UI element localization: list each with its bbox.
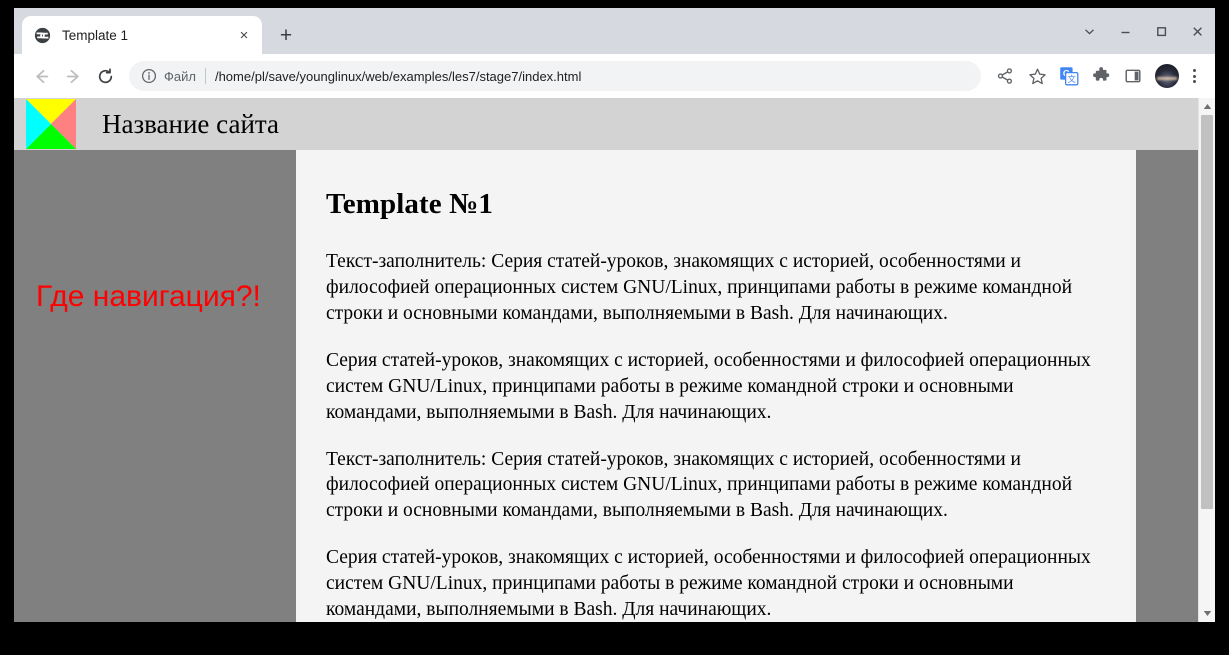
share-icon[interactable] [991,62,1019,90]
address-bar[interactable]: Файл /home/pl/save/younglinux/web/exampl… [129,61,981,91]
omnibox-divider [204,68,206,84]
tab-close-icon[interactable]: × [234,25,254,45]
menu-dot [1192,69,1196,72]
tab-title: Template 1 [62,27,129,43]
site-header: Название сайта [14,98,1198,150]
url-text[interactable]: /home/pl/save/younglinux/web/examples/le… [215,69,581,84]
svg-text:文: 文 [1068,74,1077,84]
minimize-icon[interactable] [1107,8,1143,54]
site-title: Название сайта [102,108,280,139]
three-dots-menu-icon[interactable] [1183,62,1205,90]
close-icon[interactable] [1179,8,1215,54]
scrollbar-thumb[interactable] [1201,115,1213,510]
reload-icon[interactable] [90,61,120,91]
browser-viewport: Название сайта Где навигация?! Template … [14,98,1215,622]
scheme-label: Файл [164,68,196,84]
scrollbar-track[interactable] [1199,115,1215,605]
navigation-missing-text: Где навигация?! [36,280,261,313]
content-paragraph: Серия статей-уроков, знакомящих с истори… [326,547,1091,621]
web-page: Название сайта Где навигация?! Template … [14,98,1198,622]
globe-icon [34,27,51,44]
menu-dot [1192,74,1196,78]
browser-window: Template 1 × + Файл /home/pl/save/youngl… [14,8,1215,622]
vertical-scrollbar[interactable] [1198,98,1215,622]
forward-arrow-icon[interactable] [58,61,88,91]
page-title: Template №1 [326,188,493,220]
desktop-background [0,622,1229,655]
four-triangle-square-logo [26,99,76,149]
scroll-up-arrow-icon[interactable] [1199,98,1215,115]
browser-tab[interactable]: Template 1 × [22,16,262,54]
browser-toolbar: Файл /home/pl/save/younglinux/web/exampl… [14,54,1215,98]
content-column: Template №1 Текст-заполнитель: Серия ста… [296,150,1136,622]
content-paragraph: Текст-заполнитель: Серия статей-уроков, … [326,448,1073,522]
chevron-down-icon[interactable] [1071,8,1107,54]
scroll-down-arrow-icon[interactable] [1199,605,1215,622]
window-controls [1071,8,1215,54]
maximize-icon[interactable] [1143,8,1179,54]
side-panel-icon[interactable] [1119,62,1147,90]
puzzle-piece-icon[interactable] [1087,62,1115,90]
star-icon[interactable] [1023,62,1051,90]
content-paragraph: Текст-заполнитель: Серия статей-уроков, … [326,251,1073,324]
menu-dot [1192,80,1196,83]
content-paragraph: Серия статей-уроков, знакомящих с истори… [326,349,1091,423]
page-body: Где навигация?! Template №1 Текст-заполн… [14,150,1198,622]
avatar[interactable] [1155,64,1179,88]
tab-strip: Template 1 × + [14,8,1215,54]
navigation-column: Где навигация?! [14,150,296,622]
new-tab-button[interactable]: + [272,21,300,49]
translate-icon[interactable]: G 文 [1055,62,1083,90]
info-circle-icon[interactable] [140,68,157,85]
back-arrow-icon[interactable] [26,61,56,91]
